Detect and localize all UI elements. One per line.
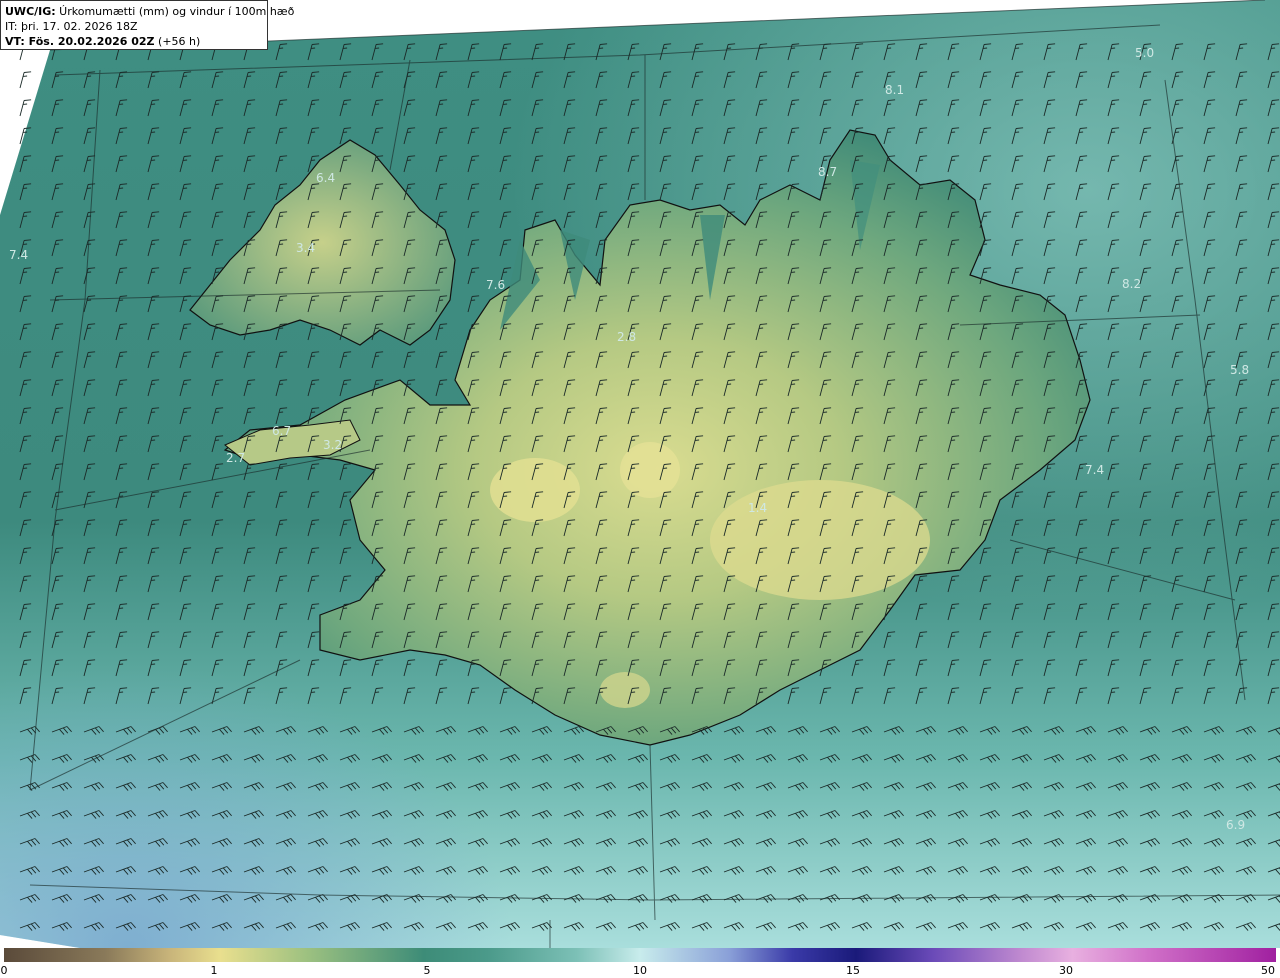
initial-time: IT: þri. 17. 02. 2026 18Z bbox=[5, 20, 138, 33]
colorbar: 0 1 5 10 15 30 50 bbox=[0, 948, 1280, 978]
value-label: 6.4 bbox=[316, 171, 335, 185]
parameter-name: Úrkomumætti (mm) og vindur í 100m hæð bbox=[55, 5, 295, 18]
colorbar-tick: 10 bbox=[633, 964, 647, 977]
value-label: 3.2 bbox=[323, 438, 342, 452]
value-label: 7.4 bbox=[1085, 463, 1104, 477]
colorbar-tick: 5 bbox=[423, 964, 431, 977]
value-label: 1.4 bbox=[748, 501, 767, 515]
colorbar-tick: 15 bbox=[846, 964, 860, 977]
title-row: UWC/IG: Úrkomumætti (mm) og vindur í 100… bbox=[5, 4, 294, 19]
valid-time-row: VT: Fös. 20.02.2026 02Z (+56 h) bbox=[5, 34, 263, 49]
value-label: 8.7 bbox=[818, 165, 837, 179]
colorbar-tick: 30 bbox=[1059, 964, 1073, 977]
value-label: 5.8 bbox=[1230, 363, 1249, 377]
value-label: 8.1 bbox=[885, 83, 904, 97]
colorbar-tick: 0 bbox=[0, 964, 8, 977]
colorbar-strip bbox=[4, 948, 1276, 962]
value-label: 2.7 bbox=[226, 451, 245, 465]
value-label: 6.9 bbox=[1226, 818, 1245, 832]
value-label: 5.0 bbox=[1135, 46, 1154, 60]
colorbar-tick: 1 bbox=[210, 964, 218, 977]
value-label: 3.4 bbox=[296, 241, 315, 255]
lead-time: (+56 h) bbox=[154, 35, 201, 48]
colorbar-tick: 50 bbox=[1261, 964, 1275, 977]
value-label: 7.6 bbox=[486, 278, 505, 292]
value-label: 7.4 bbox=[9, 248, 28, 262]
valid-time: VT: Fös. 20.02.2026 02Z bbox=[5, 35, 155, 48]
value-label: 6.7 bbox=[272, 424, 291, 438]
precipitable-water-map: 5.0 8.1 6.4 8.7 3.4 7.4 7.6 8.2 2.8 5.8 … bbox=[0, 0, 1280, 948]
product-code: UWC/IG: bbox=[5, 5, 56, 18]
map-info-box: UWC/IG: Úrkomumætti (mm) og vindur í 100… bbox=[0, 0, 294, 50]
value-label: 8.2 bbox=[1122, 277, 1141, 291]
value-label: 2.8 bbox=[617, 330, 636, 344]
